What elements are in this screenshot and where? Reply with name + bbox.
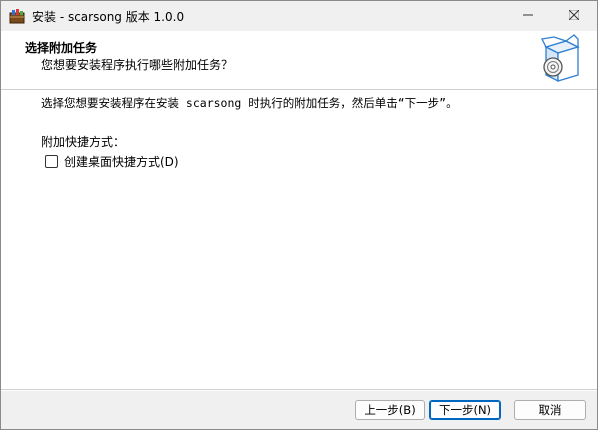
- desktop-shortcut-option[interactable]: 创建桌面快捷方式(D): [45, 153, 179, 170]
- installer-box-disc-icon: [540, 33, 580, 85]
- wizard-content: 选择您想要安装程序在安装 scarsong 时执行的附加任务，然后单击“下一步”…: [1, 91, 597, 389]
- window-title: 安装 - scarsong 版本 1.0.0: [32, 10, 185, 24]
- close-icon: [568, 9, 580, 23]
- page-title: 选择附加任务: [25, 41, 98, 55]
- page-subtitle: 您想要安装程序执行哪些附加任务？: [41, 58, 234, 72]
- installer-window: 安装 - scarsong 版本 1.0.0 选择附加任务 您想要安装程序执行哪…: [0, 0, 598, 430]
- installer-app-icon: [9, 8, 25, 24]
- cancel-button[interactable]: 取消: [514, 400, 586, 420]
- minimize-icon: [523, 9, 533, 23]
- back-button[interactable]: 上一步(B): [355, 400, 425, 420]
- task-description: 选择您想要安装程序在安装 scarsong 时执行的附加任务，然后单击“下一步”…: [41, 96, 458, 110]
- desktop-shortcut-label: 创建桌面快捷方式(D): [64, 155, 179, 169]
- title-bar[interactable]: 安装 - scarsong 版本 1.0.0: [1, 1, 597, 31]
- shortcut-group-label: 附加快捷方式：: [41, 135, 126, 149]
- next-button[interactable]: 下一步(N): [429, 400, 501, 420]
- desktop-shortcut-checkbox[interactable]: [45, 155, 58, 168]
- wizard-header: 选择附加任务 您想要安装程序执行哪些附加任务？: [1, 31, 597, 89]
- wizard-footer: 上一步(B) 下一步(N) 取消: [1, 391, 597, 429]
- minimize-button[interactable]: [505, 1, 551, 31]
- close-button[interactable]: [551, 1, 597, 31]
